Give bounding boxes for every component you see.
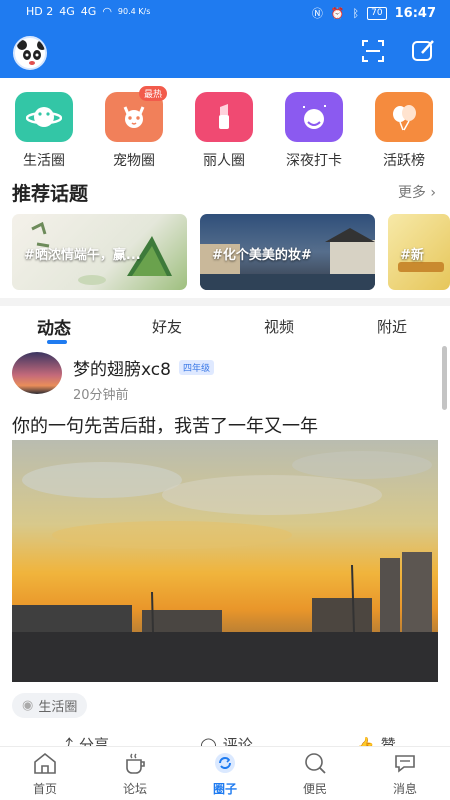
tab-friends[interactable]: 好友 [152,316,182,337]
sunset-avatar-image [12,352,62,394]
top-bar: HD 2 4G 4G ◠ 90.4 K/s Ⓝ ⏰ ᛒ 70 16:47 [0,0,450,78]
speed-label: 90.4 K/s [117,7,151,16]
search-service-icon [305,753,326,774]
topic-card[interactable]: #晒浓情端午，赢... [12,214,187,290]
coffee-icon [126,753,145,774]
share-label: 分享 [79,736,110,746]
clock: 16:47 [394,5,436,21]
nav-label: 论坛 [122,782,147,796]
topic-caption: #化个美美的妆# [212,248,312,263]
comment-label: 评论 [222,736,253,746]
bottom-navigation: 首页 论坛 圈子 便民 消息 [0,746,450,800]
circle-refresh-icon [215,753,235,773]
nav-circles[interactable]: 圈子 [195,751,255,797]
post-author-avatar[interactable] [12,352,62,394]
battery-icon: 70 [367,6,387,20]
scan-icon[interactable] [360,38,386,64]
wifi-icon: ◠ [102,5,112,18]
section-title: 推荐话题 [12,183,89,205]
network-label-2: 4G [80,5,97,18]
nav-label: 便民 [302,782,327,796]
bluetooth-icon: ᛒ [352,6,360,20]
grade-badge: 四年级 [178,360,214,375]
thumbs-up-icon: 👍 [356,735,375,747]
active-tab-indicator [47,340,67,344]
more-label: 更多 [397,185,426,201]
category-active-rank[interactable]: 活跃榜 [369,86,439,170]
category-label: 活跃榜 [383,153,425,169]
username: 梦的翅膀xc8 [73,360,171,380]
tab-nearby[interactable]: 附近 [377,316,407,337]
tab-dynamic[interactable]: 动态 [37,314,71,339]
share-icon: ⤴ [58,736,74,746]
nav-messages[interactable]: 消息 [375,751,435,797]
category-pets[interactable]: 最热 宠物圈 [99,86,169,170]
network-label-1: 4G [59,5,75,18]
like-button[interactable]: 👍 赞 [356,734,396,747]
category-life[interactable]: 生活圈 [9,86,79,170]
nav-label: 消息 [392,782,417,796]
feed-tabs: 动态 好友 视频 附近 [0,306,450,348]
share-button[interactable]: ⤴ 分享 [58,734,109,746]
category-late-night[interactable]: 深夜打卡 [279,86,349,170]
circle-tag[interactable]: ◉ 生活圈 [12,693,88,718]
section-divider [0,298,450,306]
circle-tag-label: 生活圈 [38,700,78,715]
category-label: 宠物圈 [113,153,155,169]
nav-label: 圈子 [212,782,237,796]
nav-label: 首页 [32,782,57,796]
topic-card[interactable]: #化个美美的妆# [200,214,375,290]
category-beauty[interactable]: 丽人圈 [189,86,259,170]
post-photo[interactable] [12,440,438,682]
chevron-right-icon: › [430,185,436,201]
topic-caption: #晒浓情端午，赢... [24,248,141,263]
tab-videos[interactable]: 视频 [264,316,294,337]
post-author[interactable]: 梦的翅膀xc8 四年级 [73,355,214,380]
nav-services[interactable]: 便民 [285,751,345,797]
balloon-icon [375,92,433,142]
lipstick-icon [195,92,253,142]
category-label: 生活圈 [23,153,65,169]
post-text: 你的一句先苦后甜，我苦了一年又一年 [12,416,318,437]
sunset-city-photo [12,440,438,682]
post-actions: ⤴ 分享 ◯ 评论 👍 赞 [0,730,450,747]
carrier-label: HD 2 [26,5,54,18]
user-avatar[interactable] [13,36,47,70]
like-label: 赞 [380,736,396,746]
comment-button[interactable]: ◯ 评论 [200,734,253,747]
nav-home[interactable]: 首页 [15,751,75,797]
topic-caption: #新 [400,248,424,263]
panda-avatar-icon [17,40,45,68]
topic-card[interactable]: #新 [388,214,450,290]
scrollbar[interactable] [442,346,447,410]
cat-icon: 最热 [105,86,167,142]
circle-tag-icon: ◉ [22,698,34,713]
moon-face-icon [285,92,343,142]
nfc-icon: Ⓝ [311,7,323,20]
hot-badge: 最热 [138,86,167,101]
planet-icon [15,92,73,142]
post-timestamp: 20分钟前 [73,388,129,403]
status-bar: HD 2 4G 4G ◠ 90.4 K/s Ⓝ ⏰ ᛒ 70 16:47 [0,0,450,26]
category-label: 丽人圈 [203,153,245,169]
category-label: 深夜打卡 [286,153,342,169]
message-icon [395,755,415,773]
more-link[interactable]: 更多 › [398,182,436,202]
alarm-icon: ⏰ [330,6,345,20]
nav-forum[interactable]: 论坛 [105,751,165,797]
comment-icon: ◯ [200,735,217,747]
home-icon [34,752,56,774]
category-row: 生活圈 最热 宠物圈 丽人圈 深夜打卡 活跃榜 [0,86,450,172]
compose-icon[interactable] [410,38,436,64]
